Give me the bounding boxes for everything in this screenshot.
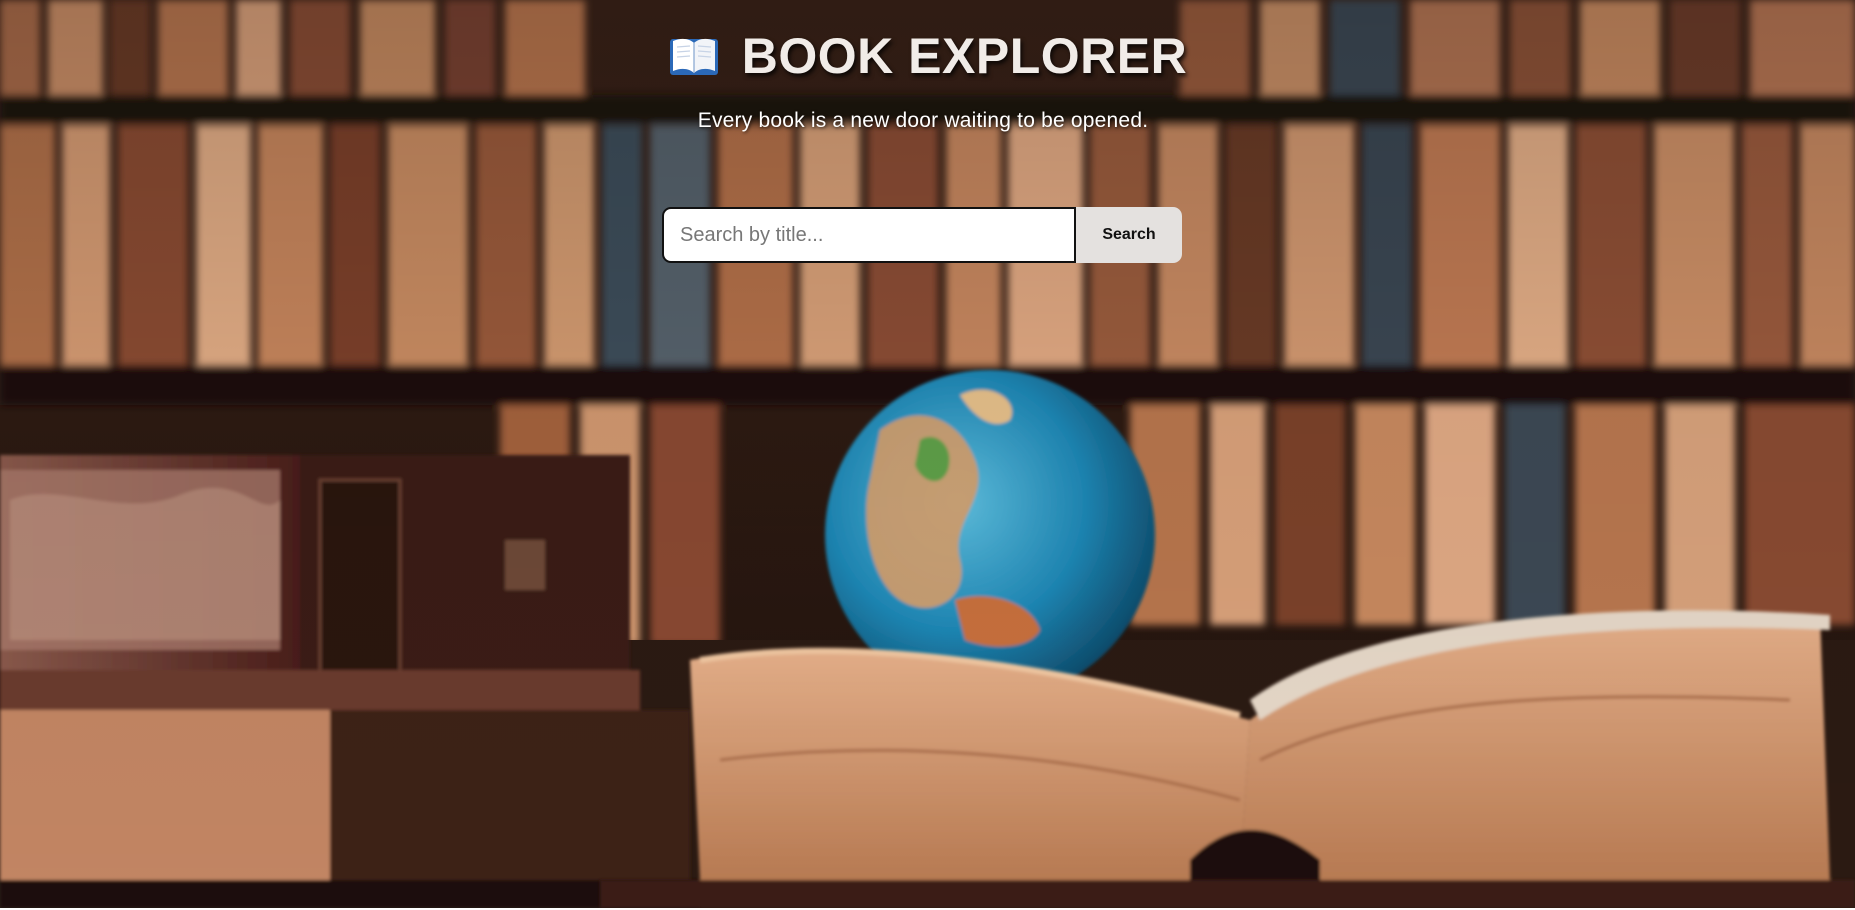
search-input[interactable] (662, 207, 1076, 263)
open-book-icon (669, 38, 718, 75)
hero-section: BOOK EXPLORER Every book is a new door w… (0, 0, 1855, 908)
tagline: Every book is a new door waiting to be o… (697, 109, 1149, 132)
header-title-row: BOOK EXPLORER (0, 26, 1855, 86)
library-background-image (0, 0, 1855, 908)
search-form: Search (662, 207, 1182, 263)
search-button[interactable]: Search (1076, 207, 1182, 263)
page-title: BOOK EXPLORER (741, 28, 1188, 84)
